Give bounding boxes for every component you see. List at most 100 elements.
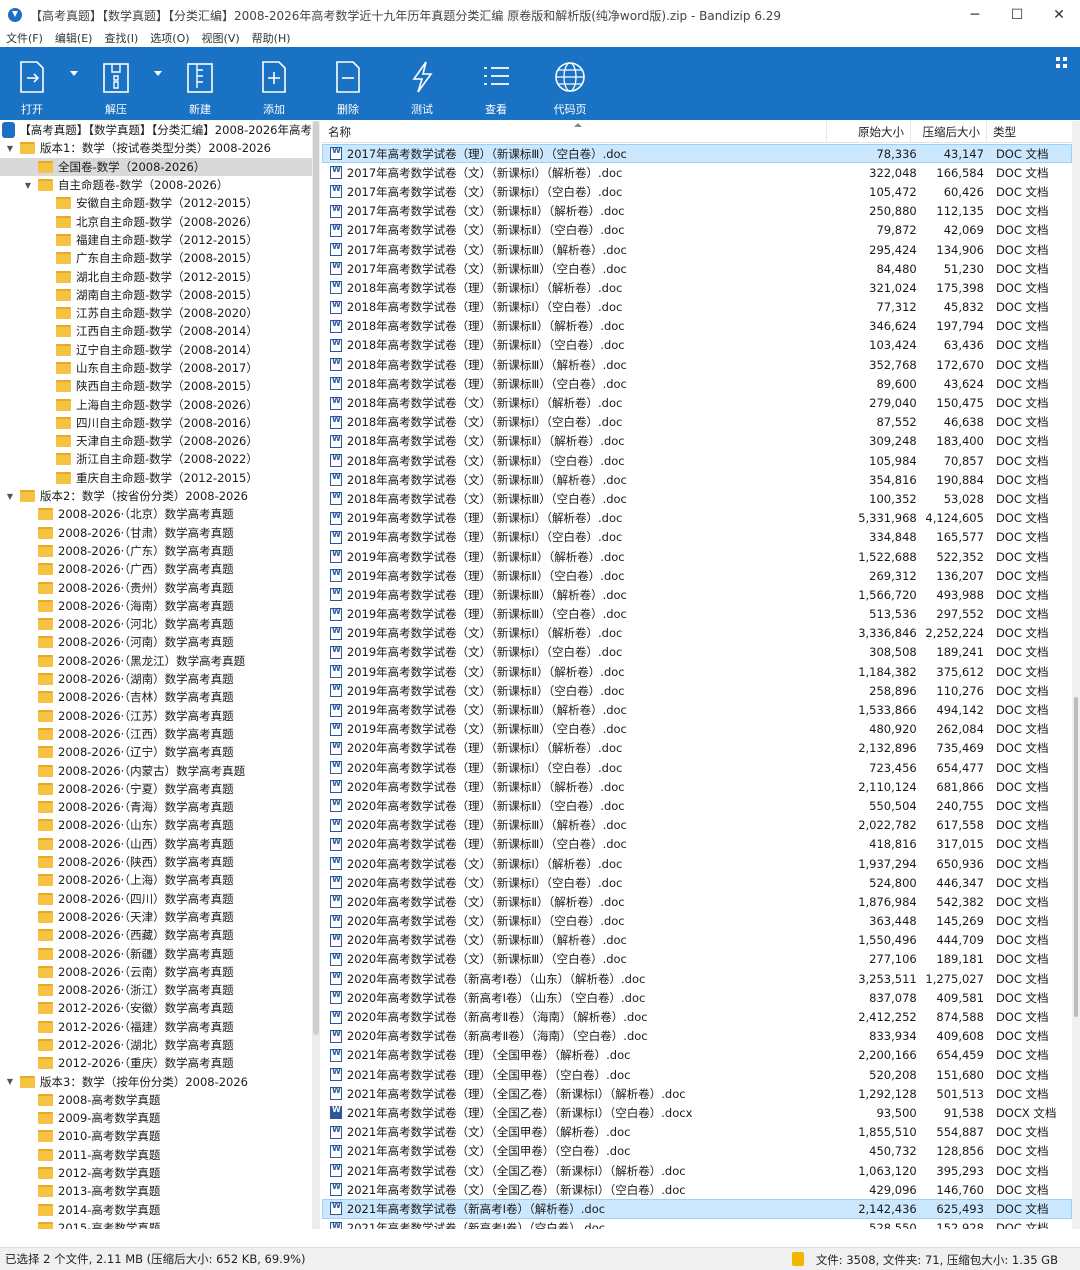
tree-expand-toggle[interactable] (22, 1112, 34, 1124)
file-row[interactable]: 2019年高考数学试卷（文）（新课标Ⅲ）（解析卷）.doc 1,533,866 49… (322, 700, 1072, 719)
tree-item[interactable]: ▼ 版本2：数学（按省份分类）2008-2026 (0, 487, 312, 505)
tree-expand-toggle[interactable] (22, 161, 34, 173)
tree-expand-toggle[interactable] (22, 673, 34, 685)
view-button[interactable]: 查看 (464, 47, 528, 120)
layout-grid-icon[interactable] (1056, 57, 1068, 69)
tree-expand-toggle[interactable] (22, 948, 34, 960)
tree-item[interactable]: 江西自主命题-数学（2008-2014） (0, 322, 312, 340)
file-row[interactable]: 2019年高考数学试卷（理）（新课标Ⅰ）（空白卷）.doc 334,848 165,… (322, 528, 1072, 547)
file-row[interactable]: 2018年高考数学试卷（文）（新课标Ⅰ）（空白卷）.doc 87,552 46,63… (322, 413, 1072, 432)
tree-expand-toggle[interactable] (40, 197, 52, 209)
tree-expand-toggle[interactable] (40, 417, 52, 429)
tree-expand-toggle[interactable] (22, 728, 34, 740)
file-row[interactable]: 2021年高考数学试卷（理）（全国甲卷）（空白卷）.doc 520,208 151,… (322, 1065, 1072, 1084)
tree-expand-toggle[interactable] (40, 252, 52, 264)
tree-item[interactable]: 天津自主命题-数学（2008-2026） (0, 432, 312, 450)
codepage-button[interactable]: 代码页 (538, 47, 602, 120)
file-list[interactable]: 名称 原始大小 压缩后大小 类型 2017年高考数学试卷（理）（新课标Ⅲ）（空白… (322, 121, 1080, 1229)
tree-item[interactable]: 2008-2026·（黑龙江）数学高考真题 (0, 652, 312, 670)
file-row[interactable]: 2018年高考数学试卷（文）（新课标Ⅱ）（空白卷）.doc 105,984 70,8… (322, 451, 1072, 470)
tree-expand-toggle[interactable]: ▼ (22, 179, 34, 191)
tree-expand-toggle[interactable] (22, 563, 34, 575)
file-row[interactable]: 2021年高考数学试卷（理）（全国乙卷）（新课标Ⅰ）（空白卷）.docx 93,5… (322, 1103, 1072, 1122)
tree-expand-toggle[interactable] (22, 1167, 34, 1179)
file-row[interactable]: 2017年高考数学试卷（文）（新课标Ⅱ）（空白卷）.doc 79,872 42,06… (322, 221, 1072, 240)
tree-expand-toggle[interactable] (40, 325, 52, 337)
close-button[interactable]: ✕ (1038, 0, 1080, 30)
tree-item[interactable]: ▼ 自主命题卷-数学（2008-2026） (0, 176, 312, 194)
tree-expand-toggle[interactable] (40, 216, 52, 228)
tree-item[interactable]: 湖北自主命题-数学（2012-2015） (0, 267, 312, 285)
tree-item[interactable]: 【高考真题】【数学真题】【分类汇编】2008-2026年高考 (0, 121, 312, 139)
file-row[interactable]: 2017年高考数学试卷（文）（新课标Ⅱ）（解析卷）.doc 250,880 112,… (322, 202, 1072, 221)
file-row[interactable]: 2019年高考数学试卷（理）（新课标Ⅱ）（空白卷）.doc 269,312 136,… (322, 566, 1072, 585)
file-list-scrollbar-thumb[interactable] (1074, 697, 1078, 1017)
tree-expand-toggle[interactable] (22, 1130, 34, 1142)
file-row[interactable]: 2018年高考数学试卷（文）（新课标Ⅱ）（解析卷）.doc 309,248 183,… (322, 432, 1072, 451)
tree-expand-toggle[interactable] (40, 362, 52, 374)
file-row[interactable]: 2018年高考数学试卷（理）（新课标Ⅱ）（解析卷）.doc 346,624 197,… (322, 317, 1072, 336)
tree-item[interactable]: 2008-2026·（山西）数学高考真题 (0, 835, 312, 853)
tree-expand-toggle[interactable] (22, 1021, 34, 1033)
tree-item[interactable]: 江苏自主命题-数学（2008-2020） (0, 304, 312, 322)
tree-expand-toggle[interactable] (22, 545, 34, 557)
file-row[interactable]: 2019年高考数学试卷（文）（新课标Ⅱ）（解析卷）.doc 1,184,382 37… (322, 662, 1072, 681)
tree-item[interactable]: 重庆自主命题-数学（2012-2015） (0, 469, 312, 487)
tree-item[interactable]: 2013-高考数学真题 (0, 1182, 312, 1200)
file-row[interactable]: 2020年高考数学试卷（理）（新课标Ⅰ）（解析卷）.doc 2,132,896 73… (322, 739, 1072, 758)
tree-expand-toggle[interactable] (22, 527, 34, 539)
tree-item[interactable]: 四川自主命题-数学（2008-2016） (0, 414, 312, 432)
tree-expand-toggle[interactable] (40, 380, 52, 392)
file-row[interactable]: 2021年高考数学试卷（理）（全国乙卷）（新课标Ⅰ）（解析卷）.doc 1,292… (322, 1084, 1072, 1103)
tree-expand-toggle[interactable] (22, 984, 34, 996)
add-button[interactable]: 添加 (242, 47, 306, 120)
file-row[interactable]: 2020年高考数学试卷（理）（新课标Ⅲ）（解析卷）.doc 2,022,782 61… (322, 816, 1072, 835)
tree-expand-toggle[interactable] (22, 636, 34, 648)
tree-item[interactable]: 2008-2026·（浙江）数学高考真题 (0, 981, 312, 999)
tree-expand-toggle[interactable] (22, 801, 34, 813)
tree-item[interactable]: 福建自主命题-数学（2012-2015） (0, 231, 312, 249)
menu-options[interactable]: 选项(O) (150, 30, 189, 46)
file-row[interactable]: 2018年高考数学试卷（理）（新课标Ⅲ）（解析卷）.doc 352,768 172,… (322, 355, 1072, 374)
menu-file[interactable]: 文件(F) (6, 30, 43, 46)
file-row[interactable]: 2021年高考数学试卷（文）（全国乙卷）（新课标Ⅰ）（空白卷）.doc 429,0… (322, 1180, 1072, 1199)
menu-edit[interactable]: 编辑(E) (55, 30, 93, 46)
tree-item[interactable]: 2008-2026·（天津）数学高考真题 (0, 908, 312, 926)
tree-expand-toggle[interactable] (22, 746, 34, 758)
tree-item[interactable]: ▼ 版本1：数学（按试卷类型分类）2008-2026 (0, 139, 312, 157)
tree-item[interactable]: 2008-2026·（辽宁）数学高考真题 (0, 743, 312, 761)
tree-expand-toggle[interactable] (22, 838, 34, 850)
tree-expand-toggle[interactable] (22, 1204, 34, 1216)
tree-item[interactable]: 2008-2026·（西藏）数学高考真题 (0, 926, 312, 944)
tree-expand-toggle[interactable] (22, 765, 34, 777)
file-row[interactable]: 2020年高考数学试卷（文）（新课标Ⅲ）（解析卷）.doc 1,550,496 44… (322, 931, 1072, 950)
tree-item[interactable]: 2012-2026·（福建）数学高考真题 (0, 1018, 312, 1036)
file-row[interactable]: 2020年高考数学试卷（文）（新课标Ⅰ）（解析卷）.doc 1,937,294 65… (322, 854, 1072, 873)
file-row[interactable]: 2020年高考数学试卷（新高考Ⅰ卷）（山东）（空白卷）.doc 837,078 40… (322, 988, 1072, 1007)
tree-item[interactable]: 2008-2026·（青海）数学高考真题 (0, 798, 312, 816)
tree-item[interactable]: 2012-2026·（安徽）数学高考真题 (0, 999, 312, 1017)
file-row[interactable]: 2021年高考数学试卷（文）（全国乙卷）（新课标Ⅰ）（解析卷）.doc 1,063… (322, 1161, 1072, 1180)
maximize-button[interactable]: ☐ (996, 0, 1038, 30)
tree-expand-toggle[interactable] (22, 1002, 34, 1014)
tree-expand-toggle[interactable] (22, 893, 34, 905)
file-row[interactable]: 2020年高考数学试卷（文）（新课标Ⅰ）（空白卷）.doc 524,800 446,… (322, 873, 1072, 892)
tree-item[interactable]: 安徽自主命题-数学（2012-2015） (0, 194, 312, 212)
file-row[interactable]: 2017年高考数学试卷（理）（新课标Ⅲ）（空白卷）.doc 78,336 43,14… (322, 144, 1072, 164)
file-row[interactable]: 2019年高考数学试卷（理）（新课标Ⅱ）（解析卷）.doc 1,522,688 52… (322, 547, 1072, 566)
file-row[interactable]: 2020年高考数学试卷（文）（新课标Ⅱ）（解析卷）.doc 1,876,984 54… (322, 892, 1072, 911)
file-row[interactable]: 2020年高考数学试卷（新高考Ⅱ卷）（海南）（解析卷）.doc 2,412,252… (322, 1007, 1072, 1026)
tree-item[interactable]: 2008-2026·（甘肃）数学高考真题 (0, 524, 312, 542)
tree-item[interactable]: 2010-高考数学真题 (0, 1127, 312, 1145)
tree-expand-toggle[interactable] (22, 1094, 34, 1106)
file-row[interactable]: 2019年高考数学试卷（文）（新课标Ⅰ）（解析卷）.doc 3,336,846 2,… (322, 624, 1072, 643)
file-row[interactable]: 2018年高考数学试卷（文）（新课标Ⅲ）（解析卷）.doc 354,816 190,… (322, 470, 1072, 489)
tree-expand-toggle[interactable] (40, 472, 52, 484)
tree-item[interactable]: 2008-2026·（河北）数学高考真题 (0, 615, 312, 633)
menu-help[interactable]: 帮助(H) (252, 30, 291, 46)
file-row[interactable]: 2019年高考数学试卷（文）（新课标Ⅰ）（空白卷）.doc 308,508 189,… (322, 643, 1072, 662)
file-row[interactable]: 2020年高考数学试卷（理）（新课标Ⅱ）（解析卷）.doc 2,110,124 68… (322, 777, 1072, 796)
tree-scrollbar-thumb[interactable] (313, 121, 319, 1035)
file-row[interactable]: 2019年高考数学试卷（理）（新课标Ⅲ）（空白卷）.doc 513,536 297,… (322, 605, 1072, 624)
file-row[interactable]: 2021年高考数学试卷（新高考Ⅰ卷）（解析卷）.doc 2,142,436 625,… (322, 1199, 1072, 1219)
